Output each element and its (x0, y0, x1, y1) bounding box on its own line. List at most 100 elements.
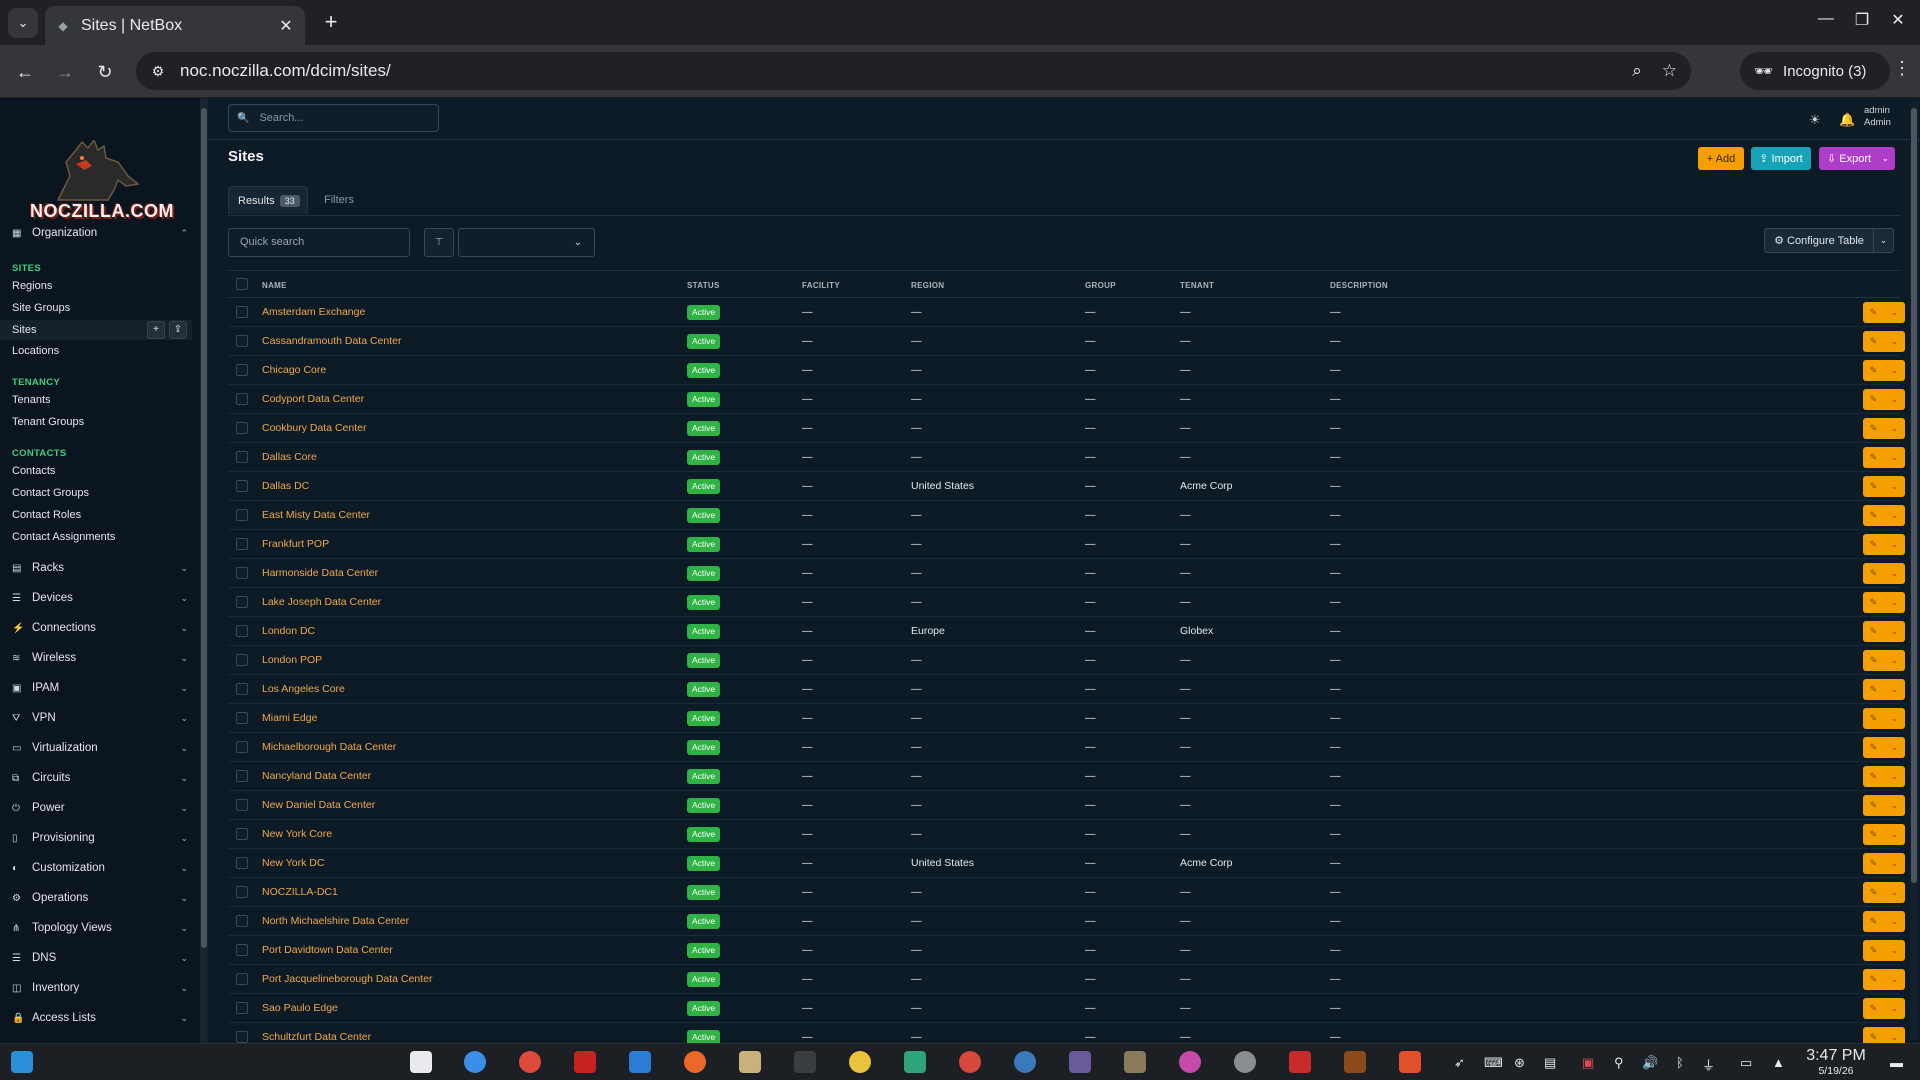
chevron-down-icon[interactable]: ⌄ (1891, 1032, 1899, 1043)
row-checkbox[interactable] (236, 480, 248, 492)
row-checkbox[interactable] (236, 306, 248, 318)
main-scrollbar-thumb[interactable] (1911, 108, 1917, 883)
chevron-down-icon[interactable]: ⌄ (1891, 742, 1899, 753)
cell-name[interactable]: Michaelborough Data Center (262, 741, 396, 753)
sidebar-item-regions[interactable]: Regions (12, 280, 52, 292)
menu-organization[interactable]: ▦ Organization ⌃ (0, 221, 196, 245)
menu-connections[interactable]: ⚡ Connections ⌄ (0, 616, 196, 640)
edit-icon[interactable]: ✎ (1870, 1032, 1878, 1043)
chevron-down-icon[interactable]: ⌄ (1891, 771, 1899, 782)
edit-icon[interactable]: ✎ (1870, 336, 1878, 347)
keyboard-tray-icon[interactable]: ⌨ (1484, 1055, 1503, 1071)
row-actions-button[interactable]: ✎ ⌄ (1863, 853, 1905, 874)
game-app-icon[interactable] (1344, 1051, 1366, 1073)
row-checkbox[interactable] (236, 915, 248, 927)
edit-icon[interactable]: ✎ (1870, 452, 1878, 463)
edit-icon[interactable]: ✎ (1870, 510, 1878, 521)
browser-app-icon[interactable] (464, 1051, 486, 1073)
menu-power[interactable]: ⏻ Power ⌄ (0, 796, 196, 820)
cell-name[interactable]: Port Davidtown Data Center (262, 944, 393, 956)
configure-table-dropdown[interactable]: ⌄ (1874, 228, 1894, 253)
sync-app-icon[interactable] (519, 1051, 541, 1073)
row-checkbox[interactable] (236, 799, 248, 811)
files-app-icon[interactable] (410, 1051, 432, 1073)
cell-name[interactable]: London DC (262, 625, 315, 637)
new-tab-button[interactable]: + (318, 10, 344, 36)
edit-icon[interactable]: ✎ (1870, 394, 1878, 405)
row-actions-button[interactable]: ✎ ⌄ (1863, 969, 1905, 990)
cell-name[interactable]: Schultzfurt Data Center (262, 1031, 371, 1043)
cell-tenant[interactable]: Globex (1180, 625, 1213, 637)
menu-circuits[interactable]: ⧉ Circuits ⌄ (0, 766, 196, 790)
row-checkbox[interactable] (236, 712, 248, 724)
cell-name[interactable]: New York Core (262, 828, 332, 840)
cell-tenant[interactable]: Acme Corp (1180, 857, 1233, 869)
menu-provisioning[interactable]: ▯ Provisioning ⌄ (0, 826, 196, 850)
edit-icon[interactable]: ✎ (1870, 829, 1878, 840)
edit-icon[interactable]: ✎ (1870, 713, 1878, 724)
menu-wireless[interactable]: ≋ Wireless ⌄ (0, 646, 196, 670)
edit-icon[interactable]: ✎ (1870, 423, 1878, 434)
row-checkbox[interactable] (236, 1031, 248, 1043)
restore-icon[interactable]: ❐ (1848, 10, 1876, 30)
cell-name[interactable]: London POP (262, 654, 322, 666)
theme-toggle-icon[interactable]: ☀ (1809, 112, 1821, 128)
edit-icon[interactable]: ✎ (1870, 365, 1878, 376)
chevron-down-icon[interactable]: ⌄ (1891, 655, 1899, 666)
select-all-checkbox[interactable] (236, 278, 248, 290)
chevron-down-icon[interactable]: ⌄ (1891, 626, 1899, 637)
cell-region[interactable]: Europe (911, 625, 945, 637)
system-clock[interactable]: 3:47 PM 5/19/26 (1804, 1047, 1868, 1077)
row-checkbox[interactable] (236, 770, 248, 782)
cell-name[interactable]: Dallas DC (262, 480, 309, 492)
edit-icon[interactable]: ✎ (1870, 568, 1878, 579)
terminal-icon[interactable] (794, 1051, 816, 1073)
cell-name[interactable]: Cookbury Data Center (262, 422, 366, 434)
address-bar[interactable]: ⚙ noc.noczilla.com/dcim/sites/ ⌕ ☆ (136, 52, 1691, 90)
column-header-name[interactable]: NAME (262, 281, 287, 290)
menu-ipam[interactable]: ▣ IPAM ⌄ (0, 676, 196, 700)
tool-app-icon[interactable] (904, 1051, 926, 1073)
import-button[interactable]: ⇪ Import (1751, 147, 1811, 170)
row-checkbox[interactable] (236, 335, 248, 347)
chevron-down-icon[interactable]: ⌄ (1891, 423, 1899, 434)
rocket-tray-icon[interactable]: ➶ (1454, 1055, 1465, 1071)
sidebar-item-contact-roles[interactable]: Contact Roles (12, 509, 81, 521)
cell-name[interactable]: New York DC (262, 857, 324, 869)
noczilla-logo[interactable]: NOCZILLA.COM (30, 140, 173, 222)
vector-app-icon[interactable] (1289, 1051, 1311, 1073)
column-header-description[interactable]: DESCRIPTION (1330, 281, 1388, 290)
edit-icon[interactable]: ✎ (1870, 887, 1878, 898)
zoom-icon[interactable]: ⌕ (1632, 61, 1642, 81)
chevron-down-icon[interactable]: ⌄ (1891, 1003, 1899, 1014)
edit-icon[interactable]: ✎ (1870, 539, 1878, 550)
row-checkbox[interactable] (236, 567, 248, 579)
launcher-icon[interactable] (11, 1051, 33, 1073)
row-checkbox[interactable] (236, 944, 248, 956)
edit-icon[interactable]: ✎ (1870, 916, 1878, 927)
menu-vpn[interactable]: ⛛ VPN ⌄ (0, 706, 196, 730)
chevron-down-icon[interactable]: ⌄ (1891, 510, 1899, 521)
file-manager-icon[interactable] (739, 1051, 761, 1073)
aperture-app-icon[interactable] (1234, 1051, 1256, 1073)
cell-name[interactable]: Sao Paulo Edge (262, 1002, 338, 1014)
chevron-down-icon[interactable]: ⌄ (1891, 597, 1899, 608)
edit-icon[interactable]: ✎ (1870, 858, 1878, 869)
edit-icon[interactable]: ✎ (1870, 742, 1878, 753)
sidebar-scrollbar-thumb[interactable] (201, 108, 207, 948)
text-editor-icon[interactable] (629, 1051, 651, 1073)
cell-name[interactable]: Codyport Data Center (262, 393, 364, 405)
chevron-down-icon[interactable]: ⌄ (1891, 452, 1899, 463)
row-actions-button[interactable]: ✎ ⌄ (1863, 418, 1905, 439)
menu-devices[interactable]: ☰ Devices ⌄ (0, 586, 196, 610)
chevron-down-icon[interactable]: ⌄ (1891, 858, 1899, 869)
cell-region[interactable]: United States (911, 857, 974, 869)
row-checkbox[interactable] (236, 596, 248, 608)
menu-topology-views[interactable]: ⋔ Topology Views ⌄ (0, 916, 196, 940)
menu-operations[interactable]: ⚙ Operations ⌄ (0, 886, 196, 910)
chevron-down-icon[interactable]: ⌄ (1891, 539, 1899, 550)
notifications-tray-icon[interactable]: ▬ (1890, 1055, 1903, 1070)
row-actions-button[interactable]: ✎ ⌄ (1863, 998, 1905, 1019)
configure-table-button[interactable]: ⚙ Configure Table (1764, 228, 1874, 253)
menu-racks[interactable]: ▤ Racks ⌄ (0, 556, 196, 580)
